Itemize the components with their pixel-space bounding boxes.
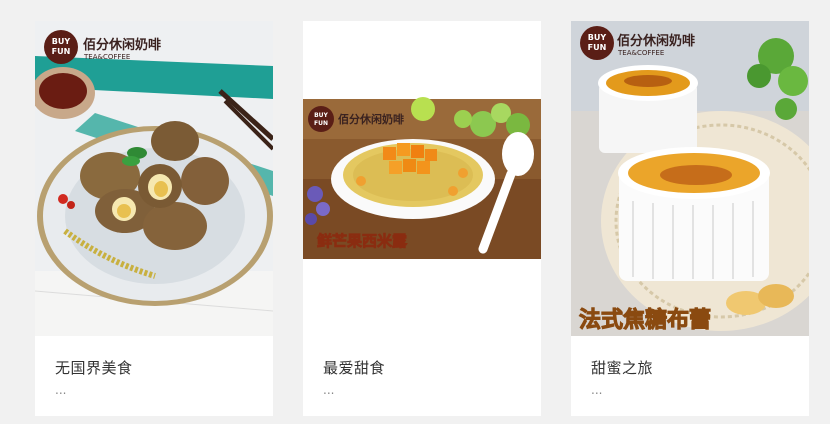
card-photo-3[interactable]: BUY FUN 佰分休闲奶啡 TEA&COFFEE 法式焦糖布蕾 (571, 21, 809, 336)
badge-top-text: BUY (314, 112, 328, 119)
card-title[interactable]: 最爱甜食 (323, 357, 385, 378)
brand-badge-icon (308, 106, 334, 132)
brand-name: 佰分休闲奶啡 (83, 37, 161, 53)
card-photo-1[interactable]: BUY FUN 佰分休闲奶啡 TEA&COFFEE (35, 21, 273, 336)
dessert-caption: 法式焦糖布蕾 (579, 307, 711, 333)
badge-top-text: BUY (588, 33, 607, 42)
food-card-3[interactable]: BUY FUN 佰分休闲奶啡 TEA&COFFEE 法式焦糖布蕾 甜蜜之旅 ..… (571, 21, 809, 416)
mango-sago-photo: BUY FUN 佰分休闲奶啡 鲜芒果西米露 (303, 21, 541, 336)
creme-brulee-photo: BUY FUN 佰分休闲奶啡 TEA&COFFEE 法式焦糖布蕾 (571, 21, 809, 336)
badge-bottom-text: FUN (314, 120, 328, 127)
food-card-2[interactable]: BUY FUN 佰分休闲奶啡 鲜芒果西米露 最爱甜食 ... (303, 21, 541, 416)
chicken-rolls-photo: BUY FUN 佰分休闲奶啡 TEA&COFFEE (35, 21, 273, 336)
card-title[interactable]: 甜蜜之旅 (591, 357, 653, 378)
card-more: ... (55, 383, 67, 397)
badge-top-text: BUY (52, 37, 71, 46)
card-more: ... (591, 383, 603, 397)
brand-sub: TEA&COFFEE (617, 49, 664, 57)
card-photo-2[interactable]: BUY FUN 佰分休闲奶啡 鲜芒果西米露 (303, 21, 541, 336)
brand-name: 佰分休闲奶啡 (617, 33, 695, 49)
card-more: ... (323, 383, 335, 397)
brand-sub: TEA&COFFEE (83, 53, 130, 61)
card-title[interactable]: 无国界美食 (55, 357, 133, 378)
badge-bottom-text: FUN (52, 47, 71, 56)
dessert-caption: 鲜芒果西米露 (317, 232, 408, 250)
food-card-1[interactable]: BUY FUN 佰分休闲奶啡 TEA&COFFEE 无国界美食 ... (35, 21, 273, 416)
brand-name: 佰分休闲奶啡 (338, 112, 404, 126)
badge-bottom-text: FUN (588, 43, 607, 52)
